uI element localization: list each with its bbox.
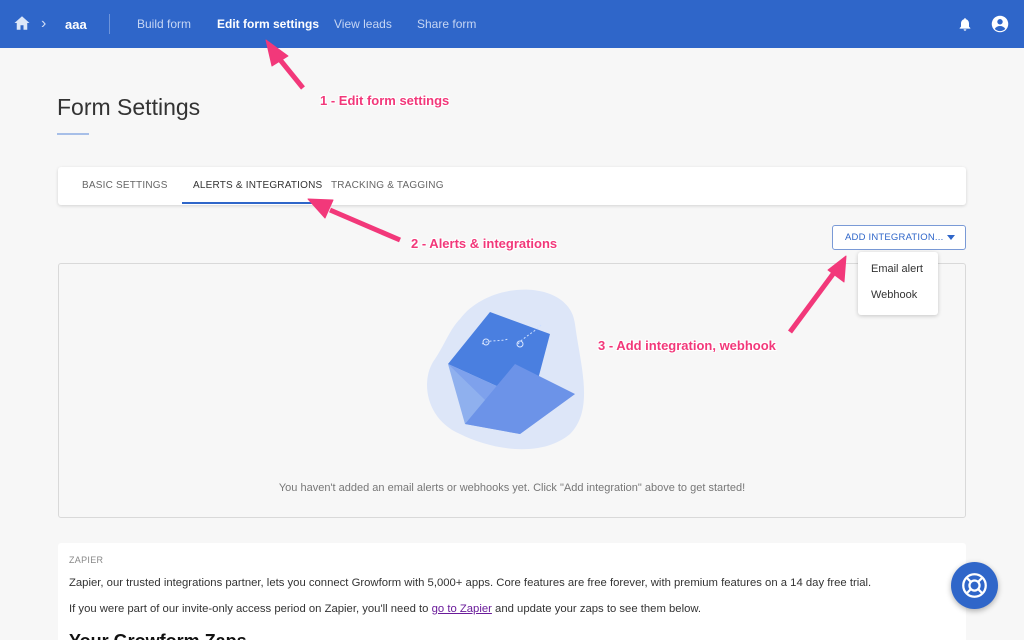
annotation-step-2: 2 - Alerts & integrations: [411, 236, 558, 251]
bell-icon[interactable]: [957, 15, 973, 33]
empty-state-message: You haven't added an email alerts or web…: [278, 482, 746, 494]
annotation-step-1: 1 - Edit form settings: [320, 93, 450, 108]
zapier-description: Zapier, our trusted integrations partner…: [69, 577, 872, 589]
title-underline: [57, 133, 89, 135]
page-title: Form Settings: [57, 94, 201, 120]
annotation-step-3: 3 - Add integration, webhook: [598, 338, 776, 353]
envelope-illustration: [427, 289, 585, 450]
account-icon[interactable]: [991, 15, 1009, 33]
help-button[interactable]: [951, 562, 998, 609]
nav-edit-form-settings[interactable]: Edit form settings: [217, 17, 319, 31]
lifebuoy-icon: [962, 573, 987, 598]
dropdown-item-webhook[interactable]: Webhook: [871, 289, 917, 301]
add-integration-button[interactable]: ADD INTEGRATION...: [832, 225, 966, 250]
add-integration-label: ADD INTEGRATION...: [845, 232, 944, 243]
nav-build-form[interactable]: Build form: [137, 17, 191, 31]
dropdown-item-email-alert[interactable]: Email alert: [871, 263, 923, 275]
project-name-link[interactable]: aaa: [65, 17, 87, 32]
tab-basic-settings[interactable]: BASIC SETTINGS: [82, 180, 168, 191]
tab-alerts-integrations[interactable]: ALERTS & INTEGRATIONS: [193, 180, 322, 191]
caret-down-icon: [947, 235, 955, 240]
go-to-zapier-link[interactable]: go to Zapier: [432, 603, 492, 615]
zapier-invite-note: If you were part of our invite-only acce…: [69, 603, 701, 615]
nav-view-leads[interactable]: View leads: [334, 17, 392, 31]
zapier-invite-note-before: If you were part of our invite-only acce…: [69, 603, 432, 615]
zapier-section-label: ZAPIER: [69, 555, 104, 565]
zaps-heading: Your Growform Zaps: [69, 631, 247, 640]
chevron-right-icon: ›: [41, 15, 47, 32]
add-integration-dropdown: Email alert Webhook: [858, 252, 938, 315]
nav-divider: [109, 14, 110, 34]
settings-tabs: BASIC SETTINGS ALERTS & INTEGRATIONS TRA…: [58, 167, 966, 205]
zapier-card: ZAPIER Zapier, our trusted integrations …: [58, 543, 966, 640]
home-icon[interactable]: [13, 14, 31, 32]
nav-share-form[interactable]: Share form: [417, 17, 476, 31]
zapier-invite-note-after: and update your zaps to see them below.: [491, 603, 702, 615]
top-nav: › aaa Build form Edit form settings View…: [0, 0, 1024, 48]
active-tab-indicator: [182, 202, 320, 204]
tab-tracking-tagging[interactable]: TRACKING & TAGGING: [331, 180, 444, 191]
